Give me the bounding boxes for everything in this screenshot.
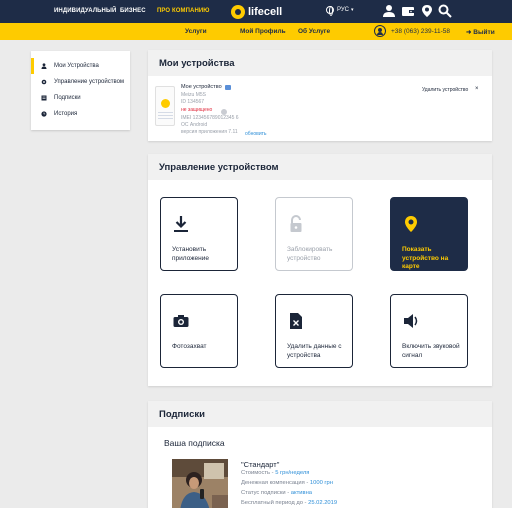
device-imei: IMEI 123456789012345 6 [181,115,239,121]
tile-label: Включить звуковой сигнал [402,343,460,359]
globe-icon [326,6,334,16]
card-header: Мои устройства [148,50,492,76]
row-value: 5 грн/неделя [275,470,310,476]
chevron-down-icon: ▾ [351,7,354,13]
location-pin-icon[interactable] [420,4,434,18]
gear-icon [41,79,47,85]
sidebar-item-label: Управление устройством [54,79,125,85]
sidebar-item-device-management[interactable]: Управление устройством [31,74,130,90]
device-protection-status: не защищено [181,107,213,113]
photo-capture-button[interactable]: Фотозахват [160,294,238,368]
plan-status-row: Статус подписки - активна [241,490,312,496]
row-label: Статус подписки - [241,490,291,496]
tab-my-profile[interactable]: Мой Профиль [240,28,286,35]
user-icon[interactable] [382,4,396,18]
nav-segment-individual[interactable]: ИНДИВИДУАЛЬНЫЙ [54,8,116,14]
account-navigation-bar: Услуги Мой Профиль Об Услуге +38 (063) 2… [0,23,512,40]
tile-label: Показать устройство на карте [402,246,449,270]
tab-services[interactable]: Услуги [185,28,207,35]
sidebar-item-label: Подписки [54,95,81,101]
subscription-image [172,459,228,508]
show-on-map-button[interactable]: Показать устройство на карте [390,197,468,271]
device-thumbnail [155,86,175,126]
device-title: Мое устройство [181,84,222,90]
lifecell-logo[interactable]: lifecell [231,3,282,20]
subscription-title: Ваша подписка [164,438,225,448]
my-devices-card: Мои устройства Мое устройство Meizu M5S … [148,50,492,141]
row-label: Денежная компенсация - [241,480,310,486]
sidebar-item-history[interactable]: История [31,106,130,122]
user-icon [41,63,47,69]
plan-compensation-row: Денежная компенсация - 1000 грн [241,480,333,486]
lock-icon [290,215,302,232]
subscriptions-card: Подписки Ваша подписка "Стандарт" Стоимо… [148,401,492,508]
language-label: РУС [337,7,350,13]
clock-icon [41,111,47,117]
card-header: Управление устройством [148,154,492,180]
row-value: активна [290,490,312,496]
search-icon[interactable] [438,4,452,18]
edit-name-icon[interactable] [225,85,231,90]
speaker-icon [404,314,418,328]
tile-label: Удалить данные с устройства [287,343,342,359]
list-icon [41,95,47,101]
map-pin-icon [405,216,417,232]
sidebar-item-label: Мои Устройства [54,63,99,69]
logo-mark-icon [231,4,245,19]
plan-free-period-row: Бесплатный период до - 25.02.2019 [241,500,337,506]
row-value: 1000 грн [309,480,333,486]
remove-device-link[interactable]: Удалить устройство [422,87,468,93]
tab-about-service[interactable]: Об Услуге [298,28,330,35]
tile-label: Заблокировать устройство [287,246,333,262]
download-icon [174,216,188,232]
device-id: ID 134567 [181,99,205,105]
language-selector[interactable]: РУС ▾ [326,6,354,16]
device-model: Meizu M5S [181,92,207,98]
logout-label: Выйти [473,29,495,36]
device-os: ОС Android [181,122,208,128]
device-app-version: версия приложения 7.11 [181,129,238,135]
row-label: Бесплатный период до - [241,500,309,506]
sidebar-item-label: История [54,111,78,117]
plan-name: "Стандарт" [241,460,280,469]
nav-segment-about[interactable]: ПРО КОМПАНИЮ [157,8,210,14]
phone-number: +38 (063) 239-11-58 [391,28,450,35]
device-management-card: Управление устройством Установить прилож… [148,154,492,386]
install-app-button[interactable]: Установить приложение [160,197,238,271]
row-label: Стоимость - [241,470,276,476]
camera-icon [173,315,189,327]
row-value: 25.02.2019 [308,500,338,506]
nav-segment-business[interactable]: БИЗНЕС [120,8,146,14]
sound-alarm-button[interactable]: Включить звуковой сигнал [390,294,468,368]
account-icon[interactable] [374,25,386,37]
lock-device-button[interactable]: Заблокировать устройство [275,197,353,271]
sidebar-menu: Мои Устройства Управление устройством По… [31,51,130,130]
logo-text: lifecell [248,5,283,18]
sidebar-item-subscriptions[interactable]: Подписки [31,90,130,106]
update-app-link[interactable]: обновить [245,131,267,137]
tile-label: Фотозахват [172,343,207,350]
wallet-icon[interactable] [401,4,415,18]
top-navigation-bar: ИНДИВИДУАЛЬНЫЙ БИЗНЕС ПРО КОМПАНИЮ lifec… [0,0,512,23]
plan-cost-row: Стоимость - 5 грн/неделя [241,470,309,476]
close-icon[interactable]: × [475,86,479,92]
delete-file-icon [290,313,302,329]
card-header: Подписки [148,401,492,427]
sidebar-item-my-devices[interactable]: Мои Устройства [31,58,130,74]
logout-button[interactable]: ➜ Выйти [466,28,495,36]
wipe-data-button[interactable]: Удалить данные с устройства [275,294,353,368]
tile-label: Установить приложение [172,246,209,262]
